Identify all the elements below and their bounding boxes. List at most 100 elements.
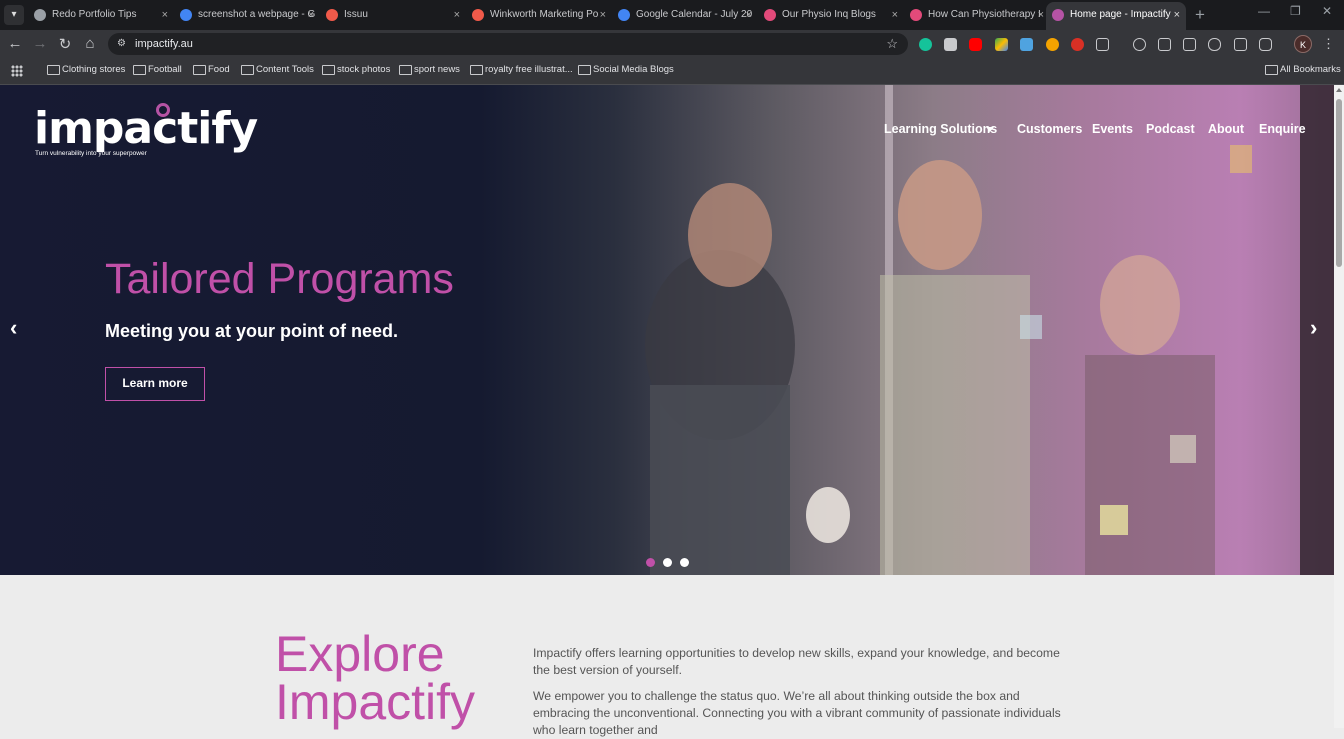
tab-title: Redo Portfolio Tips bbox=[52, 9, 137, 20]
new-tab-button[interactable]: + bbox=[1190, 5, 1210, 25]
youtube-icon[interactable] bbox=[969, 38, 982, 51]
close-window-icon[interactable]: ✕ bbox=[1322, 4, 1332, 18]
reload-icon[interactable]: ↻ bbox=[56, 35, 74, 53]
home-icon[interactable]: ⌂ bbox=[81, 35, 99, 52]
slide-dot-2[interactable] bbox=[663, 558, 672, 567]
bookmarks-bar: Clothing stores Football Food Content To… bbox=[0, 58, 1344, 85]
tab-impactify[interactable]: Home page - Impactify × bbox=[1046, 2, 1186, 30]
url-text: impactify.au bbox=[135, 38, 193, 50]
logo-dot-icon bbox=[156, 103, 170, 117]
tab-redo-portfolio[interactable]: Redo Portfolio Tips × bbox=[28, 4, 174, 26]
issuu-icon bbox=[326, 9, 338, 21]
site-info-icon[interactable]: ⚙ bbox=[117, 33, 126, 55]
prev-slide-icon[interactable]: ‹ bbox=[10, 315, 17, 341]
reading-list-icon[interactable] bbox=[1158, 38, 1171, 51]
nav-customers[interactable]: Customers bbox=[1017, 122, 1082, 136]
tab-winkworth[interactable]: Winkworth Marketing Po × bbox=[466, 4, 612, 26]
extension-icon[interactable] bbox=[944, 38, 957, 51]
extension-icon[interactable] bbox=[1071, 38, 1084, 51]
nav-about[interactable]: About bbox=[1208, 122, 1244, 136]
explore-title: Explore Impactify bbox=[275, 626, 476, 730]
calendar-icon bbox=[618, 9, 630, 21]
browser-chrome: ▾ Redo Portfolio Tips × screenshot a web… bbox=[0, 0, 1344, 85]
globe-icon bbox=[34, 9, 46, 21]
site-logo[interactable]: impactify bbox=[34, 103, 258, 154]
tab-google-calendar[interactable]: Google Calendar - July 20 × bbox=[612, 4, 758, 26]
bookmark-content-tools[interactable]: Content Tools bbox=[241, 64, 314, 75]
apps-icon[interactable] bbox=[11, 65, 23, 77]
close-tab-icon[interactable]: × bbox=[1174, 2, 1180, 28]
bookmark-sport-news[interactable]: sport news bbox=[399, 64, 460, 75]
explore-paragraph-2: We empower you to challenge the status q… bbox=[533, 689, 1061, 737]
hero-subline: Meeting you at your point of need. bbox=[105, 321, 399, 341]
page-scrollbar[interactable] bbox=[1334, 85, 1344, 728]
slide-dot-1[interactable] bbox=[646, 558, 655, 567]
bookmark-food[interactable]: Food bbox=[193, 64, 230, 75]
drive-icon[interactable] bbox=[995, 38, 1008, 51]
back-icon[interactable]: ← bbox=[6, 35, 24, 52]
restore-icon[interactable]: ❐ bbox=[1290, 4, 1301, 18]
nav-events[interactable]: Events bbox=[1092, 122, 1133, 136]
issuu-icon bbox=[472, 9, 484, 21]
chevron-down-icon[interactable] bbox=[986, 127, 994, 132]
hero-headline: Tailored Programs bbox=[105, 255, 454, 303]
tab-strip: ▾ Redo Portfolio Tips × screenshot a web… bbox=[0, 0, 1344, 30]
key-icon[interactable] bbox=[1133, 38, 1146, 51]
tab-title: Google Calendar - July 20 bbox=[636, 9, 753, 20]
bookmark-social-media-blogs[interactable]: Social Media Blogs bbox=[578, 64, 674, 75]
translate-icon[interactable] bbox=[1234, 38, 1247, 51]
scroll-up-icon[interactable] bbox=[1336, 88, 1342, 92]
close-tab-icon[interactable]: × bbox=[600, 4, 606, 26]
tab-issuu[interactable]: Issuu × bbox=[320, 4, 466, 26]
slide-dot-3[interactable] bbox=[680, 558, 689, 567]
minimize-icon[interactable]: — bbox=[1258, 4, 1270, 18]
learn-more-button[interactable]: Learn more bbox=[105, 367, 205, 401]
extension-icon[interactable] bbox=[1046, 38, 1059, 51]
tab-physio-blogs[interactable]: Our Physio Inq Blogs × bbox=[758, 4, 904, 26]
all-bookmarks[interactable]: All Bookmarks bbox=[1265, 64, 1341, 75]
bookmark-football[interactable]: Football bbox=[133, 64, 182, 75]
tab-title: Issuu bbox=[344, 9, 368, 20]
side-panel-icon[interactable] bbox=[1183, 38, 1196, 51]
scrollbar-thumb[interactable] bbox=[1336, 99, 1342, 267]
bookmark-clothing-stores[interactable]: Clothing stores bbox=[47, 64, 125, 75]
tab-search-button[interactable]: ▾ bbox=[4, 5, 24, 25]
close-tab-icon[interactable]: × bbox=[892, 4, 898, 26]
close-tab-icon[interactable]: × bbox=[454, 4, 460, 26]
download-icon[interactable] bbox=[1259, 38, 1272, 51]
logo-tagline: Turn vulnerability into your superpower bbox=[35, 150, 147, 157]
nav-enquire[interactable]: Enquire bbox=[1259, 122, 1306, 136]
tab-title: Our Physio Inq Blogs bbox=[782, 9, 876, 20]
physio-icon bbox=[910, 9, 922, 21]
bookmark-star-icon[interactable]: ☆ bbox=[886, 33, 898, 55]
tab-screenshot-google[interactable]: screenshot a webpage - G × bbox=[174, 4, 320, 26]
menu-icon[interactable]: ⋮ bbox=[1322, 36, 1335, 52]
extension-icon[interactable] bbox=[1020, 38, 1033, 51]
tab-title: Winkworth Marketing Po bbox=[490, 9, 599, 20]
link-icon[interactable] bbox=[1208, 38, 1221, 51]
nav-podcast[interactable]: Podcast bbox=[1146, 122, 1195, 136]
avatar[interactable]: K bbox=[1294, 35, 1312, 53]
close-tab-icon[interactable]: × bbox=[1038, 4, 1044, 26]
close-tab-icon[interactable]: × bbox=[308, 4, 314, 26]
explore-paragraph-1: Impactify offers learning opportunities … bbox=[533, 646, 1060, 677]
puzzle-icon[interactable] bbox=[1096, 38, 1109, 51]
google-icon bbox=[180, 9, 192, 21]
bookmark-royalty-free[interactable]: royalty free illustrat... bbox=[470, 64, 573, 75]
tab-title: screenshot a webpage - G bbox=[198, 9, 316, 20]
address-bar[interactable]: ⚙ impactify.au ☆ bbox=[108, 33, 908, 55]
grammarly-icon[interactable] bbox=[919, 38, 932, 51]
next-slide-icon[interactable]: › bbox=[1310, 315, 1317, 341]
close-tab-icon[interactable]: × bbox=[746, 4, 752, 26]
tab-title: Home page - Impactify bbox=[1070, 9, 1171, 20]
hero-slider: impactify Turn vulnerability into your s… bbox=[0, 85, 1334, 575]
close-tab-icon[interactable]: × bbox=[162, 4, 168, 26]
nav-learning-solutions[interactable]: Learning Solutions bbox=[884, 122, 997, 136]
tab-physiotherapy[interactable]: How Can Physiotherapy I × bbox=[904, 4, 1050, 26]
bookmark-stock-photos[interactable]: stock photos bbox=[322, 64, 390, 75]
physio-icon bbox=[764, 9, 776, 21]
forward-icon[interactable]: → bbox=[31, 35, 49, 52]
tab-title: How Can Physiotherapy I bbox=[928, 9, 1041, 20]
impactify-icon bbox=[1052, 9, 1064, 21]
browser-toolbar: ← → ↻ ⌂ ⚙ impactify.au ☆ K ⋮ bbox=[0, 30, 1344, 58]
